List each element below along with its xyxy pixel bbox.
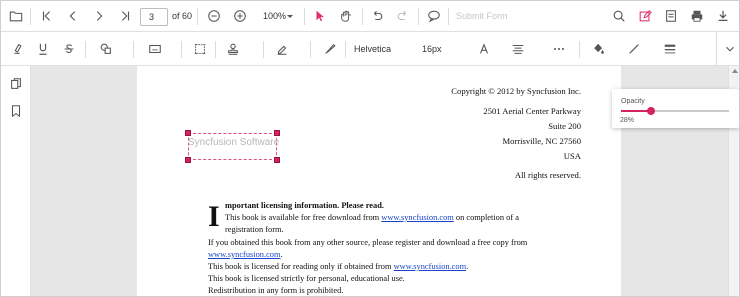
header-line: USA <box>563 151 581 161</box>
text: . <box>280 250 283 259</box>
select-pointer-icon[interactable] <box>309 5 331 27</box>
font-size-dropdown[interactable]: 16px <box>422 44 442 54</box>
zoom-dropdown[interactable]: 100% <box>263 11 286 21</box>
text: on completion of a <box>453 213 519 222</box>
text-align-icon[interactable] <box>507 38 529 60</box>
submit-form-button[interactable]: Submit Form <box>456 11 508 21</box>
annotation-toolbar: Helvetica 16px <box>1 32 739 83</box>
first-page-icon[interactable] <box>36 5 58 27</box>
strikethrough-icon[interactable] <box>58 38 80 60</box>
separator <box>716 32 717 66</box>
body-line: This book is available for free download… <box>225 213 519 222</box>
separator <box>579 41 580 58</box>
syncfusion-link[interactable]: www.syncfusion.com <box>208 250 281 259</box>
highlight-icon[interactable] <box>6 38 28 60</box>
licensing-heading: mportant licensing information. Please r… <box>225 201 384 210</box>
separator <box>418 8 419 25</box>
pdf-page: Copyright © 2012 by Syncfusion Inc. 2501… <box>137 66 621 296</box>
header-line: All rights reserved. <box>514 170 581 180</box>
signature-icon[interactable] <box>271 38 293 60</box>
page-total-label: of 60 <box>172 11 193 21</box>
annotation-text[interactable]: Syncfusion Software <box>188 137 279 148</box>
shapes-icon[interactable] <box>95 38 117 60</box>
folder-icon[interactable] <box>5 5 27 27</box>
navigation-sidebar <box>1 66 31 296</box>
last-page-icon[interactable] <box>114 5 136 27</box>
ink-icon[interactable] <box>319 38 341 60</box>
search-icon[interactable] <box>608 5 630 27</box>
collapse-icon[interactable] <box>719 38 739 60</box>
body-line: If you obtained this book from any other… <box>208 238 528 247</box>
header-line: Suite 200 <box>548 121 581 131</box>
separator <box>304 8 305 25</box>
resize-handle[interactable] <box>274 157 280 163</box>
header-line: 2501 Aerial Center Parkway <box>483 106 581 116</box>
pan-hand-icon[interactable] <box>335 5 357 27</box>
separator <box>310 41 311 58</box>
separator <box>345 41 346 58</box>
separator <box>30 8 31 25</box>
next-page-icon[interactable] <box>88 5 110 27</box>
separator <box>85 41 86 58</box>
separator <box>181 41 182 58</box>
chevron-down-icon <box>287 15 293 18</box>
header-line: Morrisville, NC 27560 <box>502 136 581 146</box>
redo-icon[interactable] <box>392 5 414 27</box>
header-line: Copyright © 2012 by Syncfusion Inc. <box>451 86 581 96</box>
main-toolbar: 3 of 60 100% Submit Form <box>1 1 739 32</box>
stroke-color-icon[interactable] <box>623 38 645 60</box>
syncfusion-link[interactable]: www.syncfusion.com <box>381 213 454 222</box>
undo-icon[interactable] <box>366 5 388 27</box>
opacity-slider[interactable] <box>621 107 729 115</box>
separator <box>133 41 134 58</box>
drop-cap: I <box>208 200 220 233</box>
comment-icon[interactable] <box>423 5 445 27</box>
body-line: registration form. <box>225 225 284 234</box>
fill-color-icon[interactable] <box>588 38 610 60</box>
text: . <box>466 262 469 271</box>
separator <box>448 8 449 25</box>
font-family-dropdown[interactable]: Helvetica <box>354 44 391 54</box>
opacity-value: 28% <box>620 117 635 124</box>
more-icon[interactable] <box>548 38 570 60</box>
font-color-icon[interactable] <box>473 38 495 60</box>
zoom-in-icon[interactable] <box>229 5 251 27</box>
free-text-icon[interactable] <box>189 38 211 60</box>
download-icon[interactable] <box>712 5 734 27</box>
current-page-input[interactable]: 3 <box>140 8 168 26</box>
body-line: www.syncfusion.com. <box>208 250 283 259</box>
text: This book is available for free download… <box>225 213 382 222</box>
scroll-up-arrow-icon[interactable] <box>732 69 738 73</box>
text: This book is licensed for reading only i… <box>208 262 394 271</box>
pdf-viewer: 3 of 60 100% Submit Form Helvetica 16px … <box>0 0 740 297</box>
thickness-icon[interactable] <box>659 38 681 60</box>
calibrate-icon[interactable] <box>144 38 166 60</box>
previous-page-icon[interactable] <box>62 5 84 27</box>
opacity-label: Opacity <box>621 98 645 105</box>
body-line: This book is licensed strictly for perso… <box>208 274 405 283</box>
thumbnails-icon[interactable] <box>5 73 27 95</box>
body-line: This book is licensed for reading only i… <box>208 262 468 271</box>
separator <box>197 8 198 25</box>
separator <box>362 8 363 25</box>
bookmark-icon[interactable] <box>5 100 27 122</box>
form-designer-icon[interactable] <box>660 5 682 27</box>
annotation-edit-icon[interactable] <box>634 5 656 27</box>
stamp-icon[interactable] <box>222 38 244 60</box>
syncfusion-link[interactable]: www.syncfusion.com <box>394 262 467 271</box>
zoom-out-icon[interactable] <box>203 5 225 27</box>
opacity-slider-thumb[interactable] <box>647 107 656 115</box>
print-icon[interactable] <box>686 5 708 27</box>
separator <box>215 41 216 58</box>
body-line: Redistribution in any form is prohibited… <box>208 286 344 295</box>
resize-handle[interactable] <box>274 130 280 136</box>
underline-icon[interactable] <box>32 38 54 60</box>
separator <box>263 41 264 58</box>
resize-handle[interactable] <box>185 157 191 163</box>
resize-handle[interactable] <box>185 130 191 136</box>
